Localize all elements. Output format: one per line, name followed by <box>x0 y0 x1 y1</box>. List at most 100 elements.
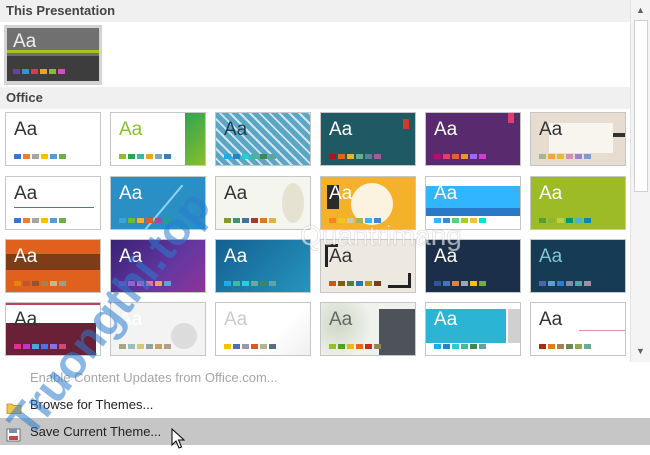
color-swatch <box>233 218 240 223</box>
color-swatch <box>155 281 162 286</box>
save-current-theme-item[interactable]: Save Current Theme... <box>0 418 650 445</box>
color-swatch <box>461 218 468 223</box>
theme-thumbnail[interactable]: Aa <box>425 302 521 356</box>
color-swatch <box>470 154 477 159</box>
save-icon <box>6 424 22 442</box>
color-swatch <box>374 218 381 223</box>
color-swatches <box>119 281 171 286</box>
color-swatch <box>233 154 240 159</box>
color-swatch <box>119 344 126 349</box>
theme-menu: Enable Content Updates from Office.com..… <box>0 362 650 453</box>
theme-thumbnail[interactable]: Aa <box>215 239 311 293</box>
enable-content-updates-label: Enable Content Updates from Office.com..… <box>30 370 278 385</box>
theme-thumbnail[interactable]: Aa <box>425 176 521 230</box>
theme-thumbnail[interactable]: Aa <box>530 176 626 230</box>
theme-thumbnail[interactable]: Aa <box>215 302 311 356</box>
color-swatch <box>575 154 582 159</box>
color-swatch <box>479 344 486 349</box>
color-swatch <box>539 344 546 349</box>
theme-thumbnail[interactable]: Aa <box>530 239 626 293</box>
theme-thumbnail[interactable]: Aa <box>110 176 206 230</box>
color-swatches <box>224 154 276 159</box>
theme-thumbnail[interactable]: Aa <box>5 112 101 166</box>
theme-thumbnail[interactable]: Aa <box>110 302 206 356</box>
color-swatch <box>50 154 57 159</box>
theme-thumbnail-label: Aa <box>434 119 458 140</box>
color-swatch <box>452 218 459 223</box>
color-swatch <box>224 344 231 349</box>
scroll-up-arrow-icon[interactable]: ▲ <box>631 2 650 18</box>
color-swatch <box>164 344 171 349</box>
color-swatch <box>155 218 162 223</box>
color-swatch <box>347 218 354 223</box>
theme-thumbnail[interactable]: Aa <box>530 302 626 356</box>
color-swatch <box>242 344 249 349</box>
color-swatch <box>269 281 276 286</box>
color-swatch <box>137 281 144 286</box>
color-swatch <box>557 281 564 286</box>
theme-thumbnail[interactable]: Aa <box>5 302 101 356</box>
theme-thumbnail-label: Aa <box>539 119 563 140</box>
theme-thumbnail-label: Aa <box>434 309 458 330</box>
color-swatch <box>584 218 591 223</box>
gallery-scrollbar[interactable]: ▲ ▼ <box>630 0 650 362</box>
color-swatch <box>242 281 249 286</box>
theme-thumbnail-label: Aa <box>329 246 353 267</box>
color-swatch <box>137 218 144 223</box>
theme-thumbnail[interactable]: Aa <box>5 239 101 293</box>
color-swatch <box>539 281 546 286</box>
color-swatch <box>365 218 372 223</box>
color-swatch <box>557 218 564 223</box>
color-swatch <box>584 281 591 286</box>
theme-thumbnail[interactable]: Aa <box>320 112 416 166</box>
color-swatch <box>137 344 144 349</box>
theme-thumbnail-label: Aa <box>119 119 143 140</box>
color-swatches <box>224 218 276 223</box>
color-swatches <box>224 344 276 349</box>
theme-thumbnail-label: Aa <box>434 246 458 267</box>
theme-thumbnail-label: Aa <box>14 119 38 140</box>
color-swatch <box>50 344 57 349</box>
scroll-down-arrow-icon[interactable]: ▼ <box>631 343 650 359</box>
color-swatch <box>269 218 276 223</box>
theme-thumbnail[interactable]: Aa <box>215 176 311 230</box>
color-swatch <box>23 344 30 349</box>
color-swatch <box>164 218 171 223</box>
color-swatches <box>14 344 66 349</box>
theme-thumbnail[interactable]: Aa <box>320 239 416 293</box>
color-swatch <box>50 218 57 223</box>
color-swatch <box>41 218 48 223</box>
color-swatches <box>434 344 486 349</box>
theme-thumbnail[interactable]: Aa <box>320 302 416 356</box>
color-swatches <box>14 218 66 223</box>
color-swatch <box>260 218 267 223</box>
color-swatch <box>50 281 57 286</box>
scroll-thumb[interactable] <box>634 20 648 192</box>
color-swatches <box>539 154 591 159</box>
current-theme-thumbnail[interactable]: Aa <box>4 25 102 85</box>
theme-thumbnail[interactable]: Aa <box>425 239 521 293</box>
color-swatch <box>338 154 345 159</box>
color-swatch <box>374 344 381 349</box>
theme-thumbnail[interactable]: Aa <box>425 112 521 166</box>
theme-thumbnail[interactable]: Aa <box>110 239 206 293</box>
theme-thumbnail[interactable]: Aa <box>530 112 626 166</box>
theme-thumbnail[interactable]: Aa <box>320 176 416 230</box>
color-swatch <box>452 281 459 286</box>
color-swatch <box>575 281 582 286</box>
theme-thumbnail[interactable]: Aa <box>110 112 206 166</box>
color-swatches <box>539 218 591 223</box>
browse-for-themes-item[interactable]: Browse for Themes... <box>0 391 650 418</box>
theme-thumbnail-label: Aa <box>539 183 563 204</box>
theme-thumbnail[interactable]: Aa <box>5 176 101 230</box>
color-swatch <box>23 281 30 286</box>
color-swatch <box>434 344 441 349</box>
color-swatch <box>566 218 573 223</box>
color-swatch <box>251 281 258 286</box>
theme-thumbnail[interactable]: Aa <box>215 112 311 166</box>
color-swatch <box>557 344 564 349</box>
color-swatch <box>137 154 144 159</box>
color-swatch <box>155 154 162 159</box>
color-swatch <box>233 281 240 286</box>
theme-thumbnail-label: Aa <box>14 246 38 267</box>
